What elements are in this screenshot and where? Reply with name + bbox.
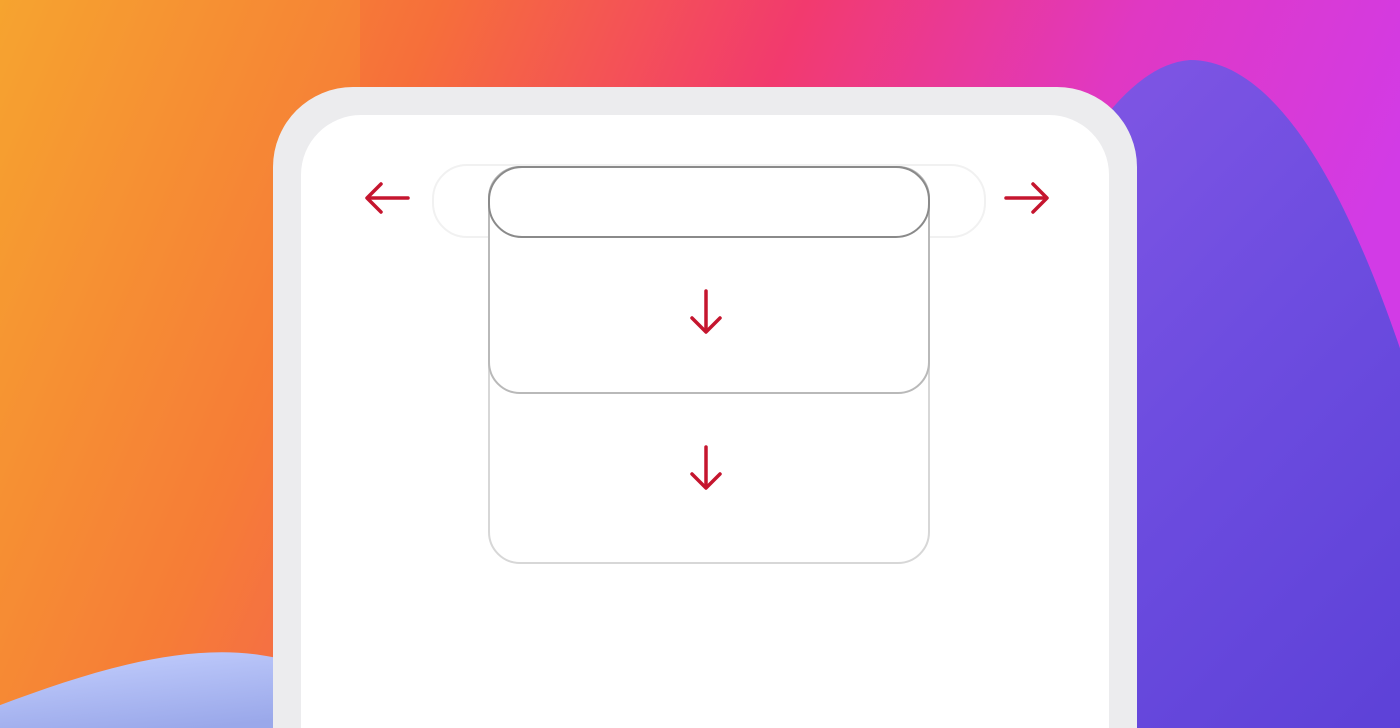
arrow-down-icon [684, 443, 728, 493]
arrow-left-icon [362, 176, 412, 220]
arrow-right-icon [1002, 176, 1052, 220]
arrow-down-icon [684, 287, 728, 337]
illustration-stage [0, 0, 1400, 728]
expansion-state-pill [488, 166, 930, 238]
